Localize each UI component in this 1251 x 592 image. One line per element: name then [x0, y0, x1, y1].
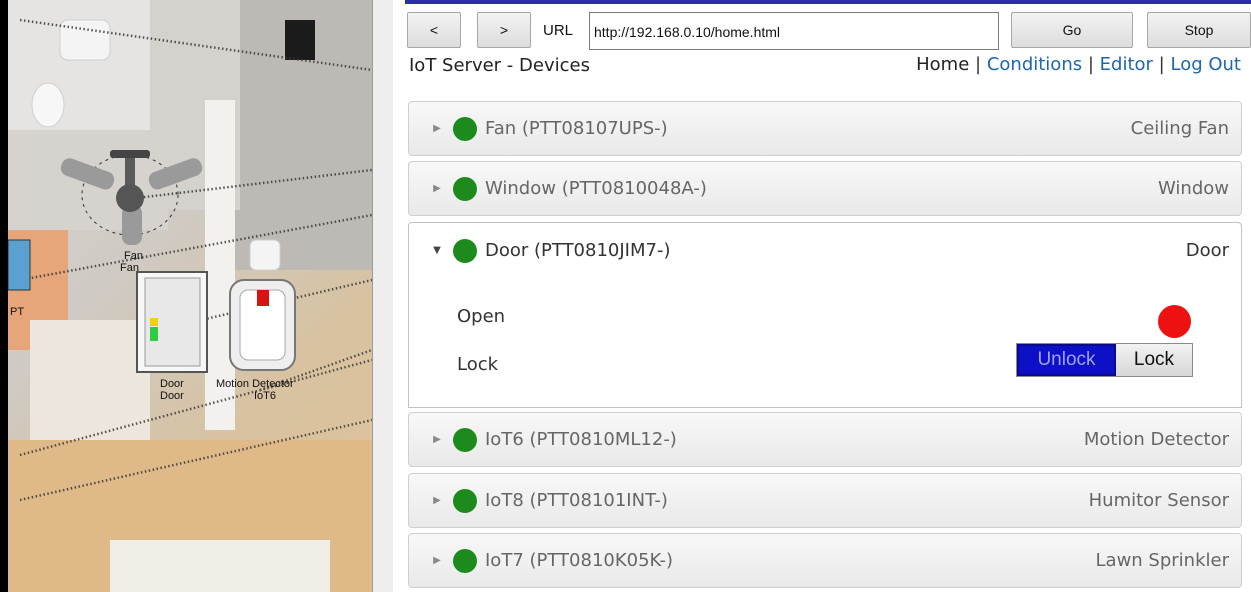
triangle-right-icon: ▶ — [433, 123, 441, 134]
device-row-iot7[interactable]: ▶ IoT7 (PTT0810K05K-) Lawn Sprinkler — [408, 533, 1242, 588]
door-device-icon[interactable] — [136, 271, 208, 373]
status-dot-icon — [453, 488, 477, 513]
home-link[interactable]: Home — [916, 54, 969, 75]
go-button[interactable]: Go — [1011, 12, 1133, 48]
device-name: IoT6 (PTT0810ML12-) — [485, 429, 677, 450]
device-name: Fan (PTT08107UPS-) — [485, 118, 668, 139]
conditions-link[interactable]: Conditions — [987, 54, 1082, 75]
back-button[interactable]: < — [407, 12, 461, 48]
status-dot-icon — [453, 238, 477, 263]
device-row-iot6[interactable]: ▶ IoT6 (PTT0810ML12-) Motion Detector — [408, 412, 1242, 467]
device-row-door[interactable]: ▼ Door (PTT0810JIM7-) Door — [408, 222, 1242, 279]
logout-link[interactable]: Log Out — [1170, 54, 1241, 75]
status-dot-icon — [453, 548, 477, 573]
lock-property-label: Lock — [457, 354, 499, 375]
floorplan-drawing — [7, 0, 372, 592]
door-sublabel: Door — [160, 390, 184, 402]
panel-gutter — [373, 0, 393, 592]
device-name: IoT8 (PTT08101INT-) — [485, 490, 668, 511]
door-details-panel: Open Lock Unlock Lock — [408, 278, 1242, 408]
device-type: Window — [1158, 178, 1229, 199]
status-dot-icon — [453, 427, 477, 452]
status-dot-icon — [453, 116, 477, 141]
triangle-right-icon: ▶ — [433, 183, 441, 194]
triangle-down-icon: ▼ — [433, 245, 441, 256]
page-title: IoT Server - Devices — [409, 55, 590, 76]
motion-detector-icon[interactable] — [229, 279, 296, 371]
device-row-iot8[interactable]: ▶ IoT8 (PTT08101INT-) Humitor Sensor — [408, 473, 1242, 528]
fan-sublabel: Fan — [120, 262, 139, 274]
triangle-right-icon: ▶ — [433, 434, 441, 445]
floorplan-left-border — [0, 0, 8, 592]
device-row-fan[interactable]: ▶ Fan (PTT08107UPS-) Ceiling Fan — [408, 101, 1242, 156]
floorplan-view: Fan Fan PT Door Door Motion Detector IoT… — [0, 0, 372, 592]
open-status-indicator — [1158, 305, 1191, 338]
pt-label: PT — [10, 306, 25, 318]
motion-detector-label: Motion Detector — [216, 378, 294, 390]
triangle-right-icon: ▶ — [433, 555, 441, 566]
device-name: IoT7 (PTT0810K05K-) — [485, 550, 673, 571]
device-name: Door (PTT0810JIM7-) — [485, 240, 671, 261]
device-type: Door — [1185, 240, 1229, 261]
stop-button[interactable]: Stop — [1147, 12, 1251, 48]
nav-separator: | — [1158, 54, 1165, 75]
nav-separator: | — [1087, 54, 1094, 75]
lock-button[interactable]: Lock — [1116, 344, 1192, 376]
fan-label: Fan — [124, 250, 143, 262]
forward-button[interactable]: > — [477, 12, 531, 48]
unlock-button[interactable]: Unlock — [1017, 344, 1116, 376]
open-property-label: Open — [457, 306, 506, 327]
status-dot-icon — [453, 176, 477, 201]
editor-link[interactable]: Editor — [1100, 54, 1153, 75]
url-input[interactable]: http://192.168.0.10/home.html — [589, 12, 999, 50]
device-name: Window (PTT0810048A-) — [485, 178, 707, 199]
device-type: Ceiling Fan — [1130, 118, 1229, 139]
browser-panel: < > URL http://192.168.0.10/home.html Go… — [393, 0, 1251, 592]
top-nav-links: Home | Conditions | Editor | Log Out — [916, 54, 1241, 75]
nav-separator: | — [975, 54, 982, 75]
device-type: Lawn Sprinkler — [1095, 550, 1229, 571]
motion-detector-sublabel: IoT6 — [254, 390, 277, 402]
door-label: Door — [160, 378, 184, 390]
browser-top-accent — [405, 0, 1251, 4]
triangle-right-icon: ▶ — [433, 495, 441, 506]
device-type: Motion Detector — [1083, 429, 1229, 450]
url-label: URL — [543, 22, 574, 39]
lock-toggle: Unlock Lock — [1016, 343, 1193, 377]
device-row-window[interactable]: ▶ Window (PTT0810048A-) Window — [408, 161, 1242, 216]
device-type: Humitor Sensor — [1088, 490, 1229, 511]
app-window: Fan Fan PT Door Door Motion Detector IoT… — [0, 0, 1251, 592]
